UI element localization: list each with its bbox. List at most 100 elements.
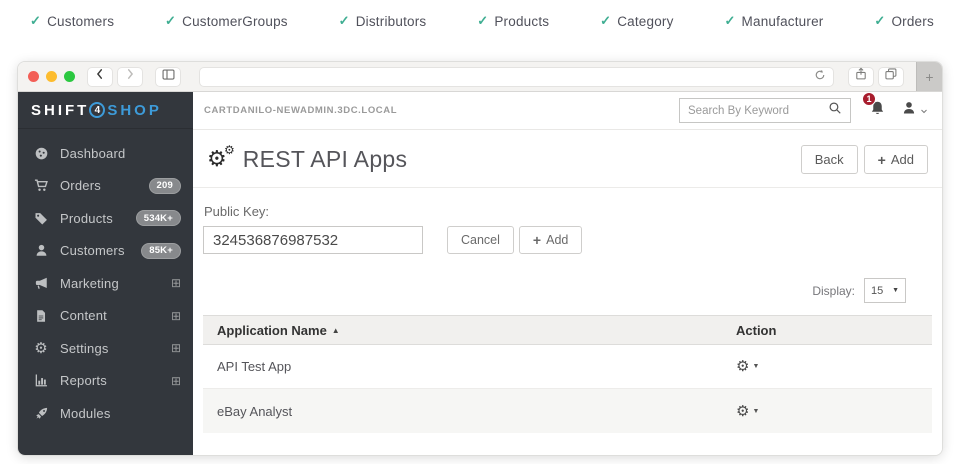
check-icon: ✓ bbox=[600, 13, 611, 29]
share-icon bbox=[854, 67, 868, 86]
sidebar-item-modules[interactable]: Modules bbox=[18, 397, 193, 430]
sidebar-item-reports[interactable]: Reports ⊞ bbox=[18, 365, 193, 398]
dashboard-icon bbox=[32, 146, 50, 161]
back-button[interactable]: Back bbox=[801, 145, 858, 174]
display-count-select[interactable]: 15 ▼ bbox=[864, 278, 906, 303]
keyword-search-box[interactable] bbox=[679, 98, 851, 123]
cart-icon bbox=[32, 178, 50, 193]
sidebar-item-dashboard[interactable]: Dashboard bbox=[18, 137, 193, 170]
nav-item-label: Manufacturer bbox=[742, 14, 824, 29]
public-key-input[interactable] bbox=[203, 226, 423, 254]
close-window-button[interactable] bbox=[28, 71, 39, 82]
display-label: Display: bbox=[812, 284, 855, 298]
new-tab-button[interactable]: + bbox=[916, 62, 942, 91]
import-status-bar: ✓Customers ✓CustomerGroups ✓Distributors… bbox=[0, 0, 960, 42]
nav-item-products[interactable]: ✓Products bbox=[477, 13, 549, 29]
logo-four-circle-icon: 4 bbox=[89, 102, 105, 118]
products-count-badge: 534K+ bbox=[136, 210, 181, 226]
notification-count-badge: 1 bbox=[862, 92, 876, 106]
nav-item-customergroups[interactable]: ✓ CustomerGroups bbox=[165, 13, 288, 29]
nav-item-label: Customers bbox=[47, 14, 114, 29]
main-panel: CARTDANILO-NEWADMIN.3DC.LOCAL 1 ⚙⚙ bbox=[193, 92, 942, 455]
check-icon: ✓ bbox=[339, 13, 350, 29]
megaphone-icon bbox=[32, 276, 50, 291]
sidebar-item-label: Products bbox=[60, 211, 126, 226]
share-button[interactable] bbox=[848, 67, 874, 87]
logo-text-shift: SHIFT bbox=[31, 102, 89, 119]
bell-icon bbox=[869, 104, 886, 121]
browser-window: + SHIFT 4 SHOP Dashboard Orders 209 bbox=[18, 62, 942, 455]
sidebar-item-label: Modules bbox=[60, 406, 181, 421]
check-icon: ✓ bbox=[165, 13, 176, 29]
user-menu-button[interactable] bbox=[901, 100, 928, 121]
sidebar-nav: Dashboard Orders 209 Products 534K+ Cust… bbox=[18, 129, 193, 430]
nav-item-orders[interactable]: ✓Orders bbox=[874, 13, 934, 29]
window-controls bbox=[28, 71, 75, 82]
page-header: ⚙⚙ REST API Apps Back +Add bbox=[193, 130, 942, 188]
orders-count-badge: 209 bbox=[149, 178, 181, 194]
sort-ascending-icon: ▲ bbox=[332, 326, 340, 335]
chevron-right-icon bbox=[123, 67, 137, 86]
user-icon bbox=[901, 100, 917, 121]
expand-plus-icon[interactable]: ⊞ bbox=[171, 342, 181, 354]
sidebar: SHIFT 4 SHOP Dashboard Orders 209 Produc… bbox=[18, 92, 193, 455]
table-row: eBay Analyst ⚙ ▼ bbox=[203, 389, 932, 433]
bar-chart-icon bbox=[32, 373, 50, 388]
cancel-button[interactable]: Cancel bbox=[447, 226, 514, 254]
refresh-icon[interactable] bbox=[814, 68, 826, 86]
sidebar-item-content[interactable]: Content ⊞ bbox=[18, 300, 193, 333]
check-icon: ✓ bbox=[724, 13, 735, 29]
row-action-menu-button[interactable]: ⚙ ▼ bbox=[736, 359, 918, 374]
check-icon: ✓ bbox=[874, 13, 885, 29]
sidebar-item-products[interactable]: Products 534K+ bbox=[18, 202, 193, 235]
url-input[interactable] bbox=[207, 71, 814, 83]
zoom-window-button[interactable] bbox=[64, 71, 75, 82]
nav-item-manufacturer[interactable]: ✓ Manufacturer bbox=[724, 13, 823, 29]
page-content: Public Key: Cancel +Add Display: 15 ▼ bbox=[193, 188, 942, 455]
forward-nav-button[interactable] bbox=[117, 67, 143, 87]
nav-item-label: Distributors bbox=[356, 14, 427, 29]
nav-item-label: CustomerGroups bbox=[182, 14, 288, 29]
user-icon bbox=[32, 243, 50, 258]
sidebar-item-label: Content bbox=[60, 308, 161, 323]
expand-plus-icon[interactable]: ⊞ bbox=[171, 375, 181, 387]
add-app-button[interactable]: +Add bbox=[864, 145, 928, 174]
search-input[interactable] bbox=[688, 105, 822, 117]
notifications-button[interactable]: 1 bbox=[869, 100, 886, 122]
rocket-icon bbox=[32, 406, 50, 421]
logo-text-shop: SHOP bbox=[107, 102, 162, 119]
plus-icon: + bbox=[878, 152, 886, 168]
nav-item-distributors[interactable]: ✓ Distributors bbox=[339, 13, 427, 29]
shift4shop-logo[interactable]: SHIFT 4 SHOP bbox=[18, 92, 193, 129]
sidebar-item-marketing[interactable]: Marketing ⊞ bbox=[18, 267, 193, 300]
sidebar-item-settings[interactable]: ⚙ Settings ⊞ bbox=[18, 332, 193, 365]
row-action-menu-button[interactable]: ⚙ ▼ bbox=[736, 404, 918, 419]
tabs-overview-button[interactable] bbox=[878, 67, 904, 87]
tabs-icon bbox=[884, 67, 898, 86]
expand-plus-icon[interactable]: ⊞ bbox=[171, 310, 181, 322]
sidebar-item-label: Orders bbox=[60, 178, 139, 193]
sidebar-item-customers[interactable]: Customers 85K+ bbox=[18, 235, 193, 268]
caret-down-icon: ▼ bbox=[752, 363, 759, 370]
check-icon: ✓ bbox=[477, 13, 488, 29]
admin-topbar: CARTDANILO-NEWADMIN.3DC.LOCAL 1 bbox=[193, 92, 942, 130]
sidebar-toggle-button[interactable] bbox=[155, 67, 181, 87]
add-key-button[interactable]: +Add bbox=[519, 226, 582, 254]
nav-item-customers[interactable]: ✓Customers bbox=[30, 13, 114, 29]
public-key-label: Public Key: bbox=[204, 204, 932, 219]
gear-icon: ⚙ bbox=[736, 404, 749, 419]
column-header-application-name[interactable]: Application Name ▲ bbox=[217, 323, 736, 338]
nav-item-category[interactable]: ✓Category bbox=[600, 13, 673, 29]
back-nav-button[interactable] bbox=[87, 67, 113, 87]
tags-icon bbox=[32, 211, 50, 226]
search-icon[interactable] bbox=[828, 101, 842, 120]
caret-down-icon: ▼ bbox=[752, 408, 759, 415]
chevron-down-icon bbox=[920, 102, 928, 120]
plus-icon: + bbox=[925, 69, 933, 85]
minimize-window-button[interactable] bbox=[46, 71, 57, 82]
expand-plus-icon[interactable]: ⊞ bbox=[171, 277, 181, 289]
address-bar[interactable] bbox=[199, 67, 834, 87]
sidebar-item-label: Settings bbox=[60, 341, 161, 356]
sidebar-item-label: Customers bbox=[60, 243, 131, 258]
sidebar-item-orders[interactable]: Orders 209 bbox=[18, 170, 193, 203]
